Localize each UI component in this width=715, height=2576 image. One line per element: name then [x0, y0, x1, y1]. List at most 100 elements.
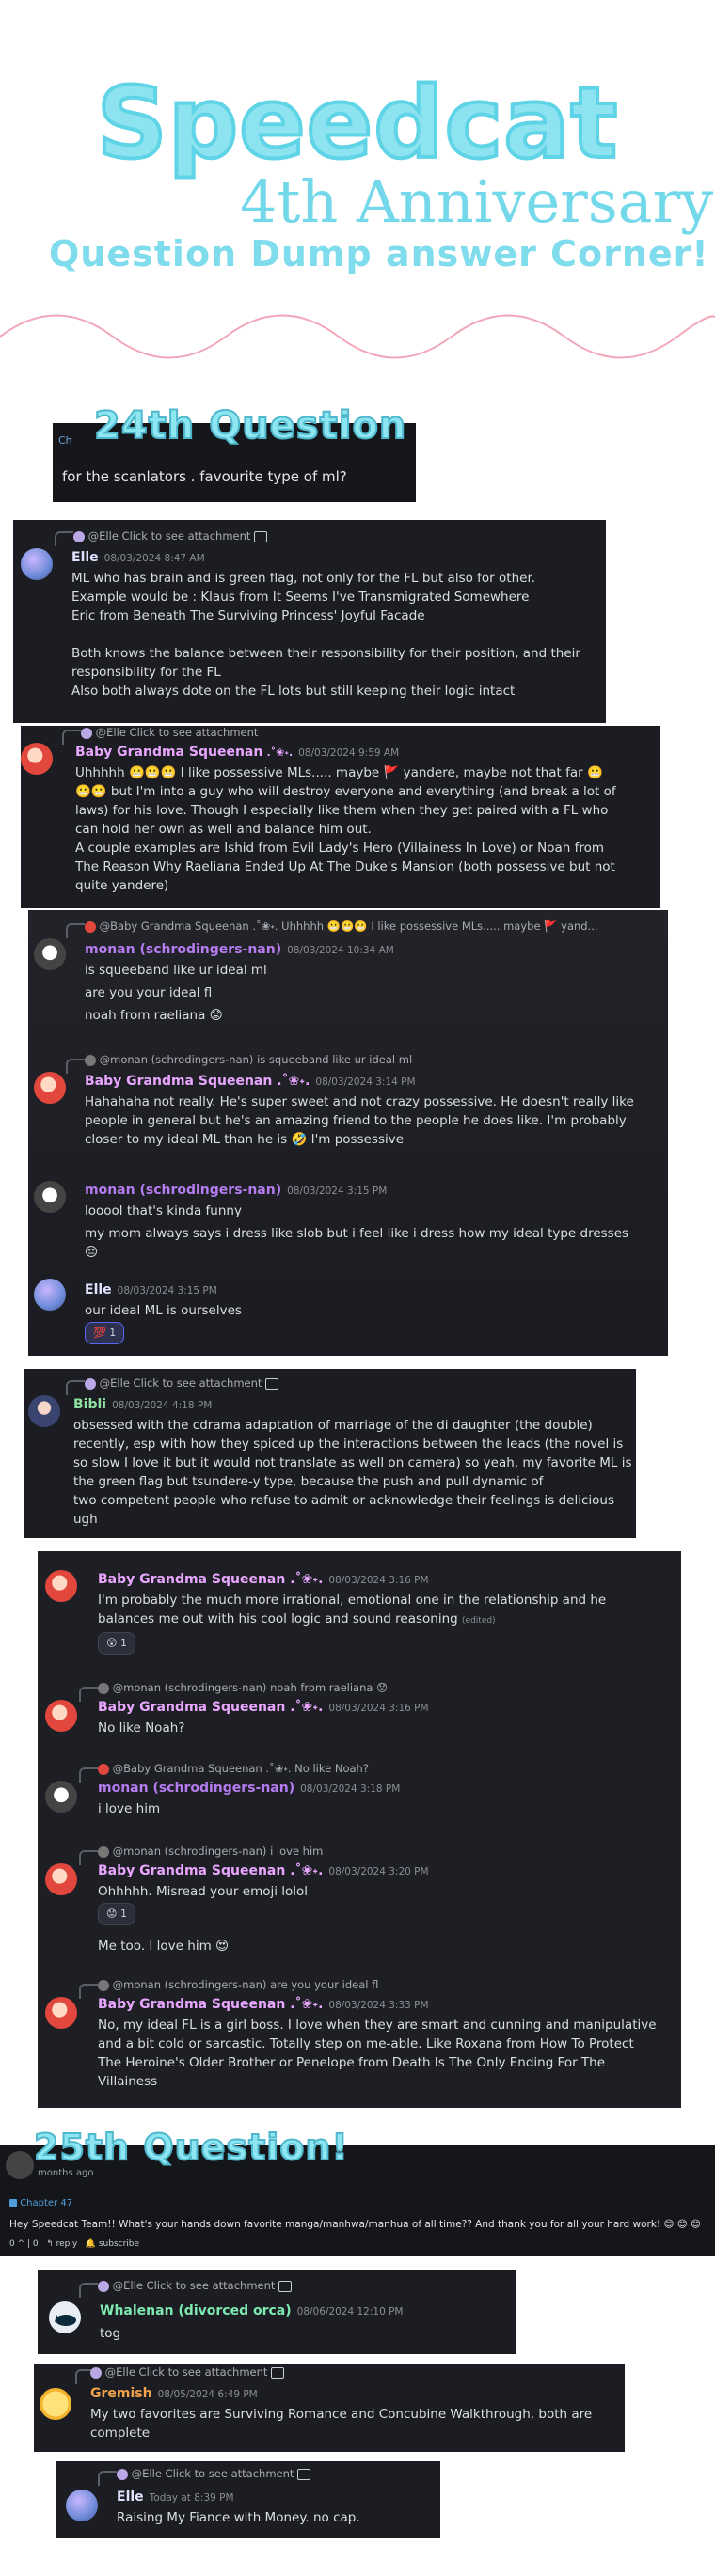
author-name[interactable]: Baby Grandma Squeenan .˚❀˖. [98, 1572, 323, 1587]
message-line: Hahahaha not really. He's super sweet an… [85, 1094, 634, 1109]
avatar[interactable] [45, 1570, 77, 1602]
reply-preview[interactable]: @Elle Click to see attachment [85, 1376, 279, 1390]
post-actions: 0 ^ | 0 ↰ reply 🔔 subscribe [9, 2239, 140, 2249]
edited-tag: (edited) [462, 1616, 496, 1626]
timestamp: 08/03/2024 8:47 AM [103, 553, 205, 564]
reply-button[interactable]: reply [56, 2239, 78, 2249]
chat-thread-1: @Baby Grandma Squeenan .˚❀˖. Uhhhhh 😬😬😬 … [28, 910, 668, 1356]
author-name[interactable]: Elle [72, 550, 99, 565]
avatar[interactable] [66, 2490, 98, 2521]
chapter-link[interactable]: Chapter 47 [9, 2198, 72, 2208]
channel-tag: Ch [58, 434, 72, 447]
message-line: i love him [98, 1801, 161, 1816]
message-line: My two favorites are Surviving Romance a… [90, 2407, 593, 2422]
author-name[interactable]: Elle [85, 1282, 112, 1297]
reply-preview[interactable]: @monan (schrodingers-nan) noah from rael… [98, 1681, 388, 1694]
reply-preview[interactable]: @monan (schrodingers-nan) are you your i… [98, 1978, 378, 1991]
message-line: are you your ideal fl [85, 985, 213, 1000]
message-line: responsibility for the FL [72, 665, 221, 680]
author-name[interactable]: Bibli [73, 1397, 106, 1412]
message-line: is squeeband like ur ideal ml [85, 963, 267, 978]
reply-text: @monan (schrodingers-nan) is squeeband l… [99, 1053, 413, 1066]
timestamp: 08/06/2024 12:10 PM [296, 2306, 404, 2317]
reply-preview[interactable]: @Elle Click to see attachment [81, 726, 258, 739]
message-body: Raising My Fiance with Money. no cap. [117, 2510, 360, 2525]
chat-gremish: @Elle Click to see attachment Gremish 08/… [34, 2364, 625, 2452]
question-25-text: Hey Speedcat Team!! What's your hands do… [9, 2219, 701, 2230]
author-decor: .˚❀˖. [266, 746, 294, 759]
avatar-mini [117, 2468, 128, 2480]
reply-preview[interactable]: @Baby Grandma Squeenan .˚❀˖. No like Noa… [98, 1762, 369, 1775]
avatar[interactable] [28, 1395, 60, 1427]
avatar-mini [85, 1377, 96, 1390]
avatar[interactable] [34, 1279, 66, 1311]
reply-text: @monan (schrodingers-nan) i love him [112, 1845, 324, 1858]
message-line: closer to my ideal ML than he is 🤣 I'm p… [85, 1132, 405, 1147]
reply-preview[interactable]: @monan (schrodingers-nan) i love him [98, 1845, 323, 1858]
message-line: people in general but he's an amazing fr… [85, 1113, 627, 1128]
reply-text: @Elle Click to see attachment [104, 2365, 268, 2379]
tagline: Question Dump answer Corner! [49, 233, 709, 275]
subtitle-anniversary: 4th Anniversary [240, 167, 714, 236]
avatar[interactable] [34, 1181, 66, 1213]
message-line: No, my ideal FL is a girl boss. I love w… [98, 2018, 657, 2033]
author-name[interactable]: Whalenan (divorced orca) [100, 2303, 292, 2318]
like-count[interactable]: 0 [9, 2239, 15, 2249]
reply-preview[interactable]: @Elle Click to see attachment [98, 2279, 293, 2292]
reply-text: @monan (schrodingers-nan) noah from rael… [112, 1681, 389, 1694]
reaction-badge[interactable]: 😟 1 [98, 1903, 135, 1925]
author-name[interactable]: Baby Grandma Squeenan [75, 745, 262, 760]
message-line: I'm probably the much more irrational, e… [98, 1593, 607, 1608]
timestamp: 08/03/2024 3:14 PM [315, 1076, 416, 1088]
message-body: ML who has brain and is green flag, not … [72, 569, 598, 700]
avatar[interactable] [34, 1072, 66, 1104]
message-line: looool that's kinda funny [85, 1203, 242, 1218]
author-name[interactable]: Baby Grandma Squeenan .˚❀˖. [98, 1997, 323, 2012]
message-line: Eric from Beneath The Surviving Princess… [72, 608, 425, 623]
timestamp: 08/03/2024 10:34 AM [287, 945, 394, 956]
orca-avatar[interactable] [49, 2301, 81, 2333]
message-line: can hold her own as well and balance him… [75, 822, 372, 837]
author-name[interactable]: Baby Grandma Squeenan .˚❀˖. [85, 1074, 310, 1089]
avatar[interactable] [45, 1863, 77, 1895]
author-name[interactable]: Gremish [90, 2386, 152, 2401]
avatar[interactable] [45, 1700, 77, 1732]
message-body: Ohhhhh. Misread your emoji lolol 😟 1 Me … [98, 1882, 308, 1956]
message-body: obsessed with the cdrama adaptation of m… [73, 1416, 632, 1529]
avatar[interactable] [45, 1781, 77, 1813]
avatar [6, 2151, 34, 2179]
author-name[interactable]: Baby Grandma Squeenan .˚❀˖. [98, 1700, 323, 1715]
author-name[interactable]: Baby Grandma Squeenan .˚❀˖. [98, 1863, 323, 1878]
reply-preview[interactable]: @Baby Grandma Squeenan .˚❀˖. Uhhhhh 😬😬😬 … [85, 919, 598, 933]
avatar[interactable] [21, 743, 53, 775]
message-body: No like Noah? [98, 1719, 184, 1737]
message-line: balances me out with his cool logic and … [98, 1611, 458, 1626]
reply-preview[interactable]: @Elle Click to see attachment [73, 529, 268, 542]
message-line: Both knows the balance between their res… [72, 646, 580, 661]
avatar[interactable] [34, 938, 66, 970]
author-name[interactable]: Elle [117, 2490, 144, 2505]
author-name[interactable]: monan (schrodingers-nan) [85, 1183, 281, 1198]
author-name[interactable]: monan (schrodingers-nan) [85, 942, 281, 957]
question-24-text: for the scanlators . favourite type of m… [62, 468, 347, 485]
author-name[interactable]: monan (schrodingers-nan) [98, 1781, 294, 1796]
message-line: 😬😬 but I'm into a guy who will destroy e… [75, 784, 616, 799]
reaction-badge[interactable]: 💯 1 [85, 1322, 125, 1344]
reply-text: @Elle Click to see attachment [99, 1376, 262, 1390]
avatar[interactable] [21, 548, 53, 580]
chat-thread-2: Baby Grandma Squeenan .˚❀˖. 08/03/2024 3:… [38, 1551, 681, 2108]
chapter-label: Chapter 47 [20, 2198, 73, 2208]
dislike-count[interactable]: 0 [33, 2239, 39, 2249]
message-line: 😔 [85, 1245, 99, 1260]
image-icon [278, 2280, 293, 2292]
reply-text: @Elle Click to see attachment [112, 2279, 276, 2292]
reply-preview[interactable]: @monan (schrodingers-nan) is squeeband l… [85, 1053, 412, 1066]
reaction-badge[interactable]: 😲 1 [98, 1632, 135, 1655]
timestamp: 08/03/2024 3:33 PM [328, 2000, 429, 2011]
reply-preview[interactable]: @Elle Click to see attachment [117, 2467, 311, 2480]
subscribe-button[interactable]: subscribe [99, 2239, 139, 2249]
avatar[interactable] [40, 2388, 72, 2420]
message-body: tog [100, 2326, 121, 2341]
reply-preview[interactable]: @Elle Click to see attachment [90, 2365, 285, 2379]
avatar[interactable] [45, 1997, 77, 2029]
